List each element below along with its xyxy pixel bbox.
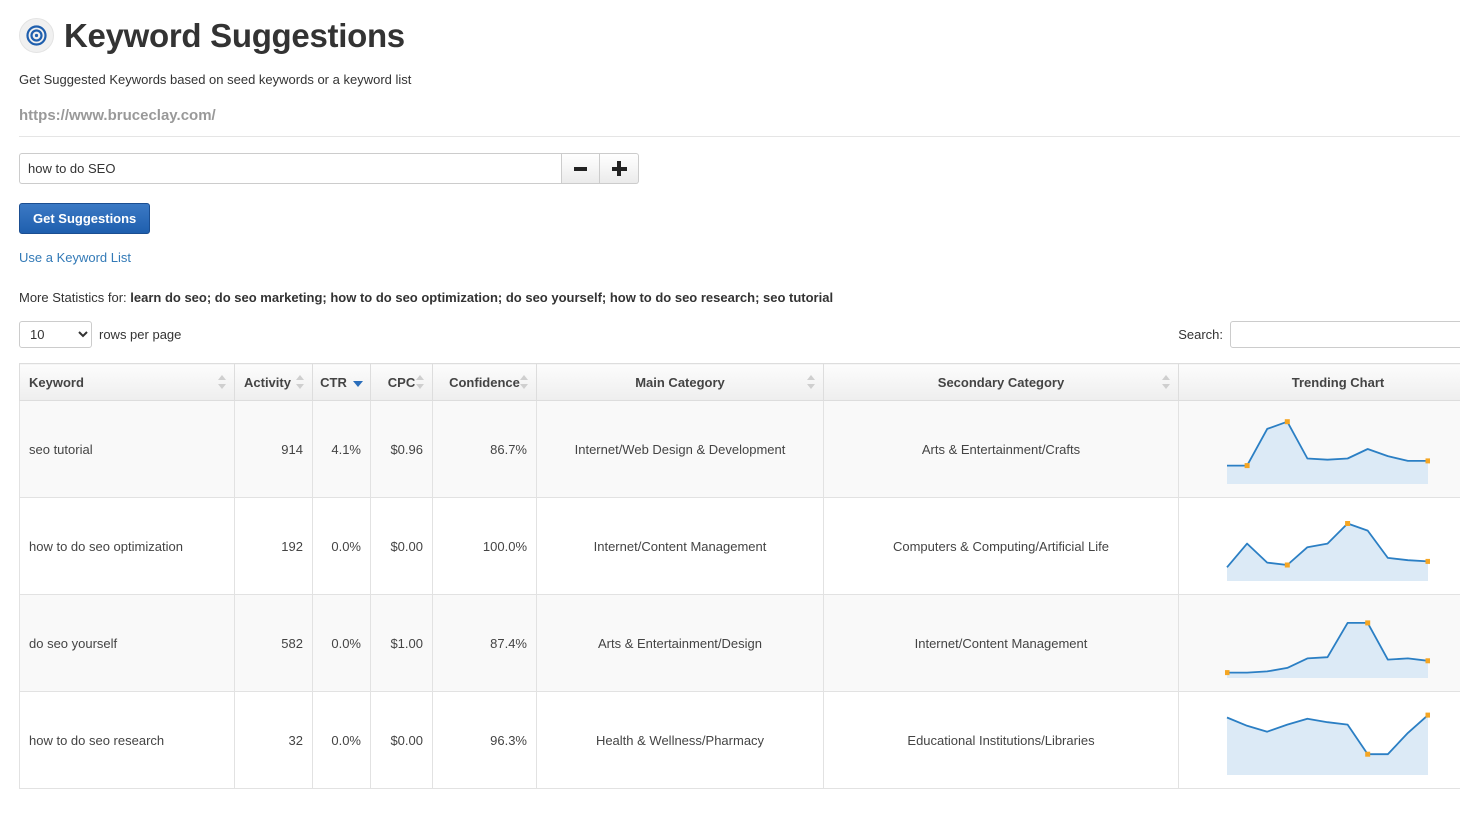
column-header-label: CPC [387, 374, 416, 390]
keyword-results-table: Keyword Activity CTR CPC Confidence Main Cate… [19, 363, 1460, 789]
sort-updown-icon [416, 375, 425, 389]
cell-cpc: $1.00 [370, 594, 433, 692]
cell-keyword: how to do seo research [19, 691, 235, 789]
cell-activity: 32 [234, 691, 313, 789]
cell-main_cat: Arts & Entertainment/Design [536, 594, 824, 692]
site-url: https://www.bruceclay.com/ [19, 107, 216, 124]
column-header-confidence[interactable]: Confidence [432, 363, 537, 401]
more-statistics: More Statistics for: learn do seo; do se… [19, 290, 1460, 305]
cell-cpc: $0.00 [370, 691, 433, 789]
table-row[interactable]: seo tutorial 914 4.1% $0.96 86.7% Internet/We… [19, 400, 1460, 498]
table-row[interactable]: do seo yourself 582 0.0% $1.00 87.4% Arts & E… [19, 594, 1460, 692]
cell-trending-chart[interactable] [1178, 691, 1460, 789]
cell-confidence: 86.7% [432, 400, 537, 498]
add-keyword-button[interactable] [600, 153, 639, 184]
target-icon [19, 18, 54, 53]
column-header-label: Main Category [635, 374, 725, 390]
column-header-ctr[interactable]: CTR [312, 363, 371, 401]
cell-ctr: 4.1% [312, 400, 371, 498]
cell-main_cat: Internet/Web Design & Development [536, 400, 824, 498]
get-suggestions-button[interactable]: Get Suggestions [19, 203, 151, 234]
more-statistics-keywords: learn do seo; do seo marketing; how to d… [130, 290, 834, 305]
sort-updown-icon [520, 375, 529, 389]
rows-per-page-control: 102550100 rows per page [19, 321, 181, 348]
column-header-keyword[interactable]: Keyword [19, 363, 235, 401]
sort-updown-icon [296, 375, 305, 389]
sort-descending-icon [352, 381, 363, 387]
plus-icon [611, 161, 627, 176]
cell-sec_cat: Internet/Content Management [823, 594, 1179, 692]
column-header-main_cat[interactable]: Main Category [536, 363, 824, 401]
cell-main_cat: Internet/Content Management [536, 497, 824, 595]
column-header-label: Confidence [449, 374, 520, 390]
use-keyword-list-link[interactable]: Use a Keyword List [19, 250, 1460, 265]
cell-ctr: 0.0% [312, 497, 371, 595]
column-header-chart[interactable]: Trending Chart [1178, 363, 1460, 401]
minus-icon [574, 166, 587, 171]
page-title: Keyword Suggestions [64, 17, 405, 54]
table-controls: 102550100 rows per page Search: [0, 321, 1460, 349]
cell-cpc: $0.00 [370, 497, 433, 595]
cell-sec_cat: Computers & Computing/Artificial Life [823, 497, 1179, 595]
keyword-input-row [19, 153, 1460, 184]
cell-confidence: 87.4% [432, 594, 537, 692]
trending-sparkline [1188, 402, 1460, 497]
cell-sec_cat: Educational Institutions/Libraries [823, 691, 1179, 789]
column-header-label: Keyword [29, 374, 84, 390]
cell-cpc: $0.96 [370, 400, 433, 498]
page-subtitle: Get Suggested Keywords based on seed key… [19, 72, 412, 87]
more-statistics-prefix: More Statistics for: [19, 290, 127, 305]
column-header-label: Activity [244, 374, 291, 390]
table-row[interactable]: how to do seo research 32 0.0% $0.00 96.3% He… [19, 691, 1460, 789]
keyword-input[interactable] [19, 153, 561, 184]
cell-activity: 914 [234, 400, 313, 498]
column-header-label: CTR [320, 374, 347, 390]
table-head: Keyword Activity CTR CPC Confidence Main Cate… [19, 363, 1460, 401]
column-header-sec_cat[interactable]: Secondary Category [823, 363, 1179, 401]
table-row[interactable]: how to do seo optimization 192 0.0% $0.00 10… [19, 497, 1460, 595]
column-header-activity[interactable]: Activity [234, 363, 313, 401]
table-body: seo tutorial 914 4.1% $0.96 86.7% Internet/We… [19, 400, 1460, 789]
rows-per-page-select[interactable]: 102550100 [19, 321, 92, 348]
table-header-row: Keyword Activity CTR CPC Confidence Main Cate… [19, 363, 1460, 401]
column-header-label: Secondary Category [937, 374, 1065, 390]
search-control: Search: [1178, 321, 1460, 348]
sort-updown-icon [218, 375, 227, 389]
cell-trending-chart[interactable] [1178, 400, 1460, 498]
cell-keyword: do seo yourself [19, 594, 235, 692]
cell-trending-chart[interactable] [1178, 497, 1460, 595]
sort-updown-icon [807, 375, 816, 389]
sort-updown-icon [1162, 375, 1171, 389]
rows-per-page-label: rows per page [99, 327, 182, 342]
trending-sparkline [1188, 596, 1460, 691]
cell-ctr: 0.0% [312, 691, 371, 789]
cell-activity: 582 [234, 594, 313, 692]
cell-confidence: 96.3% [432, 691, 537, 789]
trending-sparkline [1188, 693, 1460, 788]
cell-ctr: 0.0% [312, 594, 371, 692]
results-table-container: Keyword Activity CTR CPC Confidence Main Cate… [19, 363, 1460, 789]
remove-keyword-button[interactable] [561, 153, 600, 184]
column-header-label: Trending Chart [1291, 374, 1385, 390]
page-header: Keyword Suggestions [0, 0, 1460, 53]
search-input[interactable] [1230, 321, 1460, 348]
cell-confidence: 100.0% [432, 497, 537, 595]
cell-keyword: seo tutorial [19, 400, 235, 498]
search-label: Search: [1178, 327, 1223, 342]
header-divider [19, 136, 1460, 137]
cell-keyword: how to do seo optimization [19, 497, 235, 595]
cell-sec_cat: Arts & Entertainment/Crafts [823, 400, 1179, 498]
cell-trending-chart[interactable] [1178, 594, 1460, 692]
keyword-suggestions-page: Keyword Suggestions Get Suggested Keywor… [0, 0, 1460, 822]
cell-activity: 192 [234, 497, 313, 595]
column-header-cpc[interactable]: CPC [370, 363, 433, 401]
trending-sparkline [1188, 499, 1460, 594]
cell-main_cat: Health & Wellness/Pharmacy [536, 691, 824, 789]
